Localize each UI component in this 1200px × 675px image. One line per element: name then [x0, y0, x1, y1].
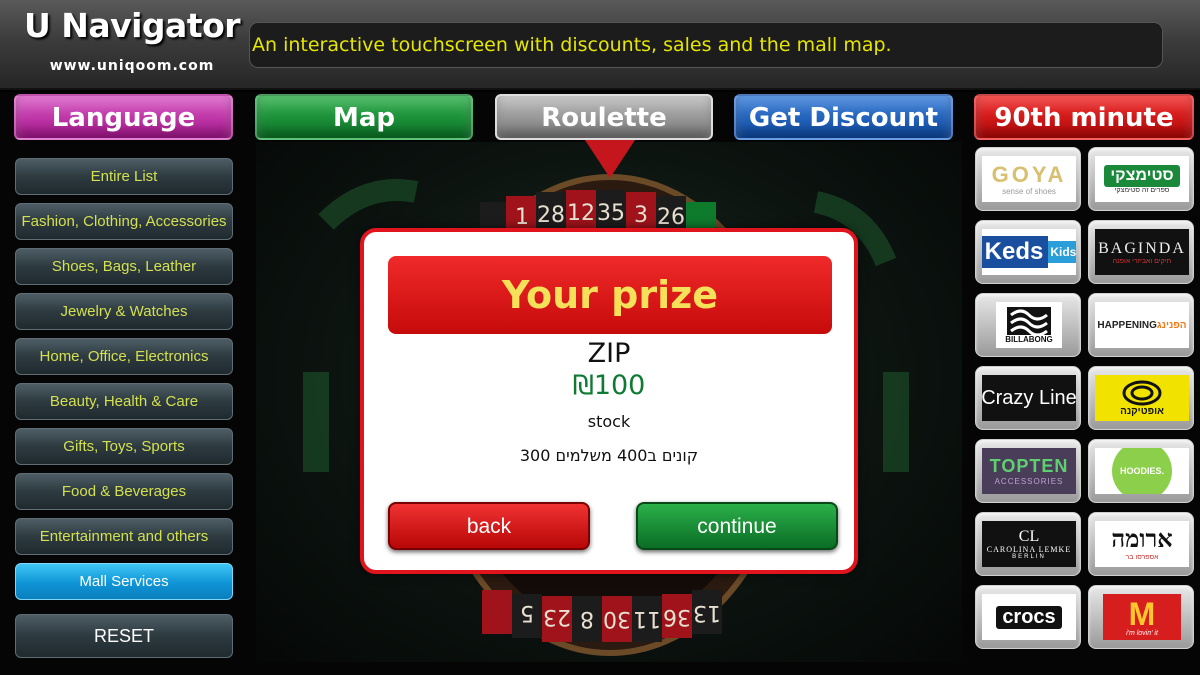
store-tile-mcdonalds[interactable]: M i'm lovin' it [1088, 585, 1194, 649]
reset-button[interactable]: RESET [15, 614, 233, 658]
crazyline-logo: Crazy Line [982, 375, 1076, 421]
category-home-office[interactable]: Home, Office, Electronics [15, 338, 233, 375]
wheel-number: 35 [597, 201, 625, 226]
hoodies-name: HOODIES. [1119, 466, 1164, 476]
ticker-bar: An interactive touchscreen with discount… [249, 22, 1163, 68]
keds-logo: Keds Kids [982, 229, 1076, 275]
crocs-logo: crocs [982, 594, 1076, 640]
store-tile-crazyline[interactable]: Crazy Line [975, 366, 1081, 430]
happening-tagline: הפנינג [1156, 319, 1187, 331]
prize-title: Your prize [388, 256, 832, 334]
category-beauty[interactable]: Beauty, Health & Care [15, 383, 233, 420]
hoodies-logo: HOODIES. [1095, 448, 1189, 494]
store-tile-topten[interactable]: TOPTEN ACCESSORIES [975, 439, 1081, 503]
wheel-number: 5 [520, 600, 534, 625]
language-button[interactable]: Language [14, 94, 233, 140]
category-food[interactable]: Food & Beverages [15, 473, 233, 510]
wheel-number: 8 [580, 606, 594, 631]
wheel-number: 12 [567, 201, 595, 226]
wheel-number: 36 [663, 604, 691, 629]
store-tile-optikana[interactable]: אופטיקנה [1088, 366, 1194, 430]
carolina-initials: CL [1018, 527, 1040, 545]
keds-name: Keds [982, 236, 1049, 268]
happening-name: HAPPENING [1097, 319, 1157, 331]
roulette-button[interactable]: Roulette [495, 94, 713, 140]
store-tile-aroma[interactable]: ארומה אספרסו בר [1088, 512, 1194, 576]
mcdonalds-arches-icon: M [1128, 595, 1156, 632]
happening-logo: HAPPENING הפנינג [1095, 302, 1189, 348]
store-tile-happening[interactable]: HAPPENING הפנינג [1088, 293, 1194, 357]
prize-amount: ₪100 [572, 370, 646, 401]
crocs-name: crocs [996, 605, 1062, 629]
goya-logo: GOYA sense of shoes [982, 156, 1076, 202]
billabong-logo: BILLABONG [996, 302, 1062, 348]
category-fashion[interactable]: Fashion, Clothing, Accessories [15, 203, 233, 240]
category-shoes[interactable]: Shoes, Bags, Leather [15, 248, 233, 285]
optikana-eye-icon [1122, 380, 1162, 405]
ninetieth-minute-button[interactable]: 90th minute [974, 94, 1194, 140]
category-gifts[interactable]: Gifts, Toys, Sports [15, 428, 233, 465]
map-button[interactable]: Map [255, 94, 473, 140]
steimatzky-logo: סטימצקי ספרים זה סטימצקי [1095, 156, 1189, 202]
topten-name: TOPTEN [989, 456, 1069, 476]
back-button[interactable]: back [388, 502, 590, 550]
carolina-logo: CL CAROLINA LEMKE BERLIN [982, 521, 1076, 567]
topten-tagline: ACCESSORIES [994, 477, 1064, 486]
wheel-number: 23 [543, 604, 571, 629]
carolina-city: BERLIN [1012, 553, 1046, 560]
billabong-wave-icon [1007, 306, 1051, 335]
wheel-number: 26 [657, 205, 685, 230]
aroma-tagline: אספרסו בר [1125, 554, 1159, 561]
prize-type: stock [587, 412, 631, 431]
baginda-name: BAGINDA [1098, 239, 1186, 257]
wheel-number: 1 [515, 205, 529, 230]
prize-description: קונים ב400 משלמים 300 [519, 446, 699, 465]
baginda-logo: BAGINDA תיקים ואביזרי אופנה [1095, 229, 1189, 275]
prize-store-name: ZIP [587, 338, 631, 369]
crazyline-name: Crazy Line [982, 386, 1076, 409]
category-mall-services[interactable]: Mall Services [15, 563, 233, 600]
steimatzky-name: סטימצקי [1104, 164, 1180, 187]
baginda-tagline: תיקים ואביזרי אופנה [1112, 257, 1172, 265]
wheel-number: 11 [633, 606, 661, 631]
steimatzky-tagline: ספרים זה סטימצקי [1114, 186, 1170, 194]
billabong-name: BILLABONG [1005, 334, 1053, 344]
goya-tagline: sense of shoes [1002, 186, 1056, 196]
mcdonalds-logo: M i'm lovin' it [1103, 594, 1181, 640]
optikana-name: אופטיקנה [1120, 405, 1164, 417]
store-tile-baginda[interactable]: BAGINDA תיקים ואביזרי אופנה [1088, 220, 1194, 284]
app-header: U Navigator www.uniqoom.com An interacti… [0, 0, 1200, 90]
store-tile-goya[interactable]: GOYA sense of shoes [975, 147, 1081, 211]
wheel-number: 13 [693, 600, 721, 625]
category-jewelry[interactable]: Jewelry & Watches [15, 293, 233, 330]
store-tile-crocs[interactable]: crocs [975, 585, 1081, 649]
wheel-number: 28 [537, 203, 565, 228]
store-tile-steimatzky[interactable]: סטימצקי ספרים זה סטימצקי [1088, 147, 1194, 211]
mcdonalds-tagline: i'm lovin' it [1126, 629, 1158, 637]
category-entertainment[interactable]: Entertainment and others [15, 518, 233, 555]
optikana-logo: אופטיקנה [1095, 375, 1189, 421]
carolina-name: CAROLINA LEMKE [986, 544, 1072, 554]
get-discount-button[interactable]: Get Discount [734, 94, 953, 140]
aroma-logo: ארומה אספרסו בר [1095, 521, 1189, 567]
store-tile-billabong[interactable]: BILLABONG [975, 293, 1081, 357]
goya-name: GOYA [991, 161, 1067, 187]
continue-button[interactable]: continue [636, 502, 838, 550]
store-tile-hoodies[interactable]: HOODIES. [1088, 439, 1194, 503]
wheel-number: 3 [634, 203, 648, 228]
store-tile-carolina[interactable]: CL CAROLINA LEMKE BERLIN [975, 512, 1081, 576]
keds-tagline: Kids [1048, 241, 1076, 263]
app-title: U Navigator [23, 6, 241, 45]
topten-logo: TOPTEN ACCESSORIES [982, 448, 1076, 494]
wheel-pointer-icon [585, 140, 635, 178]
prize-dialog: Your prize ZIP ₪100 stock קונים ב400 משל… [360, 228, 858, 574]
category-entire-list[interactable]: Entire List [15, 158, 233, 195]
wheel-number: 30 [603, 606, 631, 631]
store-tile-keds[interactable]: Keds Kids [975, 220, 1081, 284]
aroma-name: ארומה [1111, 527, 1173, 553]
app-url: www.uniqoom.com [49, 58, 215, 74]
